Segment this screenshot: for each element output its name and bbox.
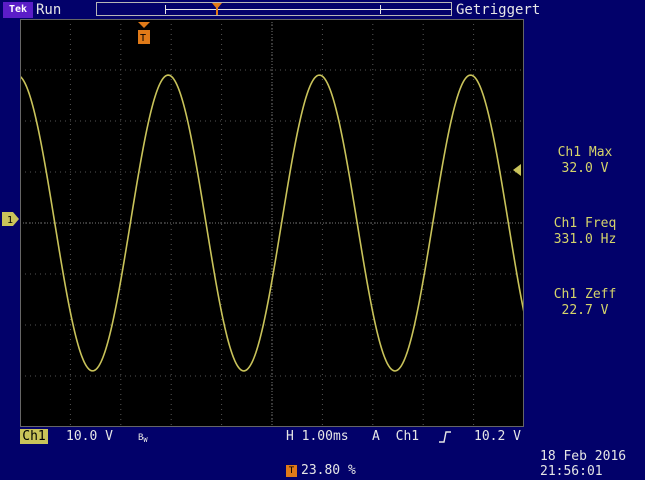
rising-edge-slope-icon [439, 431, 451, 443]
date: 18 Feb 2016 [540, 449, 627, 464]
ch1-channel-tag[interactable]: Ch1 [20, 429, 48, 444]
measurement-value: 32.0 V [561, 161, 609, 176]
oscilloscope-graticule [20, 19, 524, 427]
measurement-ch1-zeff: Ch1 Zeff 22.7 V [531, 287, 639, 319]
measurement-value: 22.7 V [561, 303, 609, 318]
trigger-marker-label: T [140, 33, 146, 44]
measurement-ch1-freq: Ch1 Freq 331.0 Hz [531, 216, 639, 248]
measurement-label: Ch1 Max [557, 145, 613, 160]
ch1-ground-marker[interactable]: 1 [2, 211, 20, 227]
trigger-source-channel: Ch1 [395, 429, 420, 444]
trigger-mode: A [372, 429, 380, 444]
ch1-vertical-scale: 10.0 V [66, 429, 113, 444]
measurement-label: Ch1 Freq [553, 216, 617, 231]
measurement-ch1-max: Ch1 Max 32.0 V [531, 145, 639, 177]
trigger-position-icon [212, 3, 222, 15]
trigger-level-arrow-icon[interactable] [512, 164, 522, 176]
ch1-marker-label: 1 [7, 215, 13, 226]
trigger-position-percent: T 23.80 % [286, 463, 356, 478]
measurement-value: 331.0 Hz [553, 232, 617, 247]
trigger-t-icon: T [286, 464, 297, 477]
measurement-label: Ch1 Zeff [553, 287, 617, 302]
trigger-status: Getriggert [456, 2, 541, 18]
trigger-source: A Ch1 [372, 429, 419, 444]
bandwidth-limit-icon: BW [138, 433, 148, 444]
record-position-bar [96, 2, 452, 16]
date-time-readout: 18 Feb 2016 21:56:01 [540, 449, 626, 479]
trigger-level-readout: 10.2 V [474, 429, 521, 444]
horizontal-scale: H 1.00ms [286, 429, 349, 444]
acquisition-run-state[interactable]: Run [36, 2, 61, 18]
graticule-center-axes [20, 19, 524, 427]
tek-brand-logo: Tek [3, 2, 33, 18]
trigger-marker[interactable]: T [137, 22, 151, 46]
trigger-position-value: 23.80 % [301, 463, 356, 478]
time: 21:56:01 [540, 464, 603, 479]
